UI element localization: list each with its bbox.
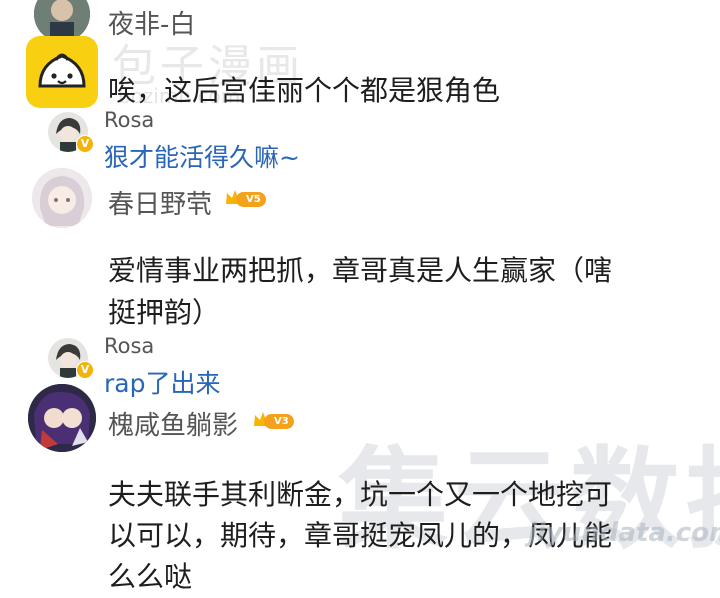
comment-text-line: 挺押韵） (108, 296, 221, 329)
reply-username[interactable]: Rosa (104, 334, 154, 358)
comment-text: 唉，这后宫佳丽个个都是狠角色 (108, 74, 501, 107)
avatar[interactable] (28, 384, 96, 452)
level-badge: V5 (224, 188, 272, 207)
reply-text: rap了出来 (104, 369, 221, 398)
level-badge: V3 (252, 410, 300, 429)
comment-text-line: 夫夫联手其利断金，坑一个又一个地挖可 (108, 478, 613, 511)
reply-username[interactable]: Rosa (104, 108, 154, 132)
watermark-logo (26, 36, 98, 108)
verified-badge-icon: V (76, 361, 94, 379)
bun-logo-icon (38, 53, 86, 88)
user-photo-icon (28, 384, 96, 452)
comment-text-line: 爱情事业两把抓，章哥真是人生赢家（嗐 (108, 254, 613, 287)
comment-username[interactable]: 春日野茕 (108, 184, 212, 221)
watermark-url: jiyundata.com (528, 518, 720, 548)
comment-username[interactable]: 槐咸鱼躺影 (108, 405, 238, 442)
user-photo-icon (32, 168, 92, 228)
comment-text-line: 么么哒 (108, 560, 193, 593)
reply-text: 狠才能活得久嘛~ (104, 143, 300, 172)
verified-badge-icon: V (76, 135, 94, 153)
avatar[interactable] (32, 168, 92, 228)
